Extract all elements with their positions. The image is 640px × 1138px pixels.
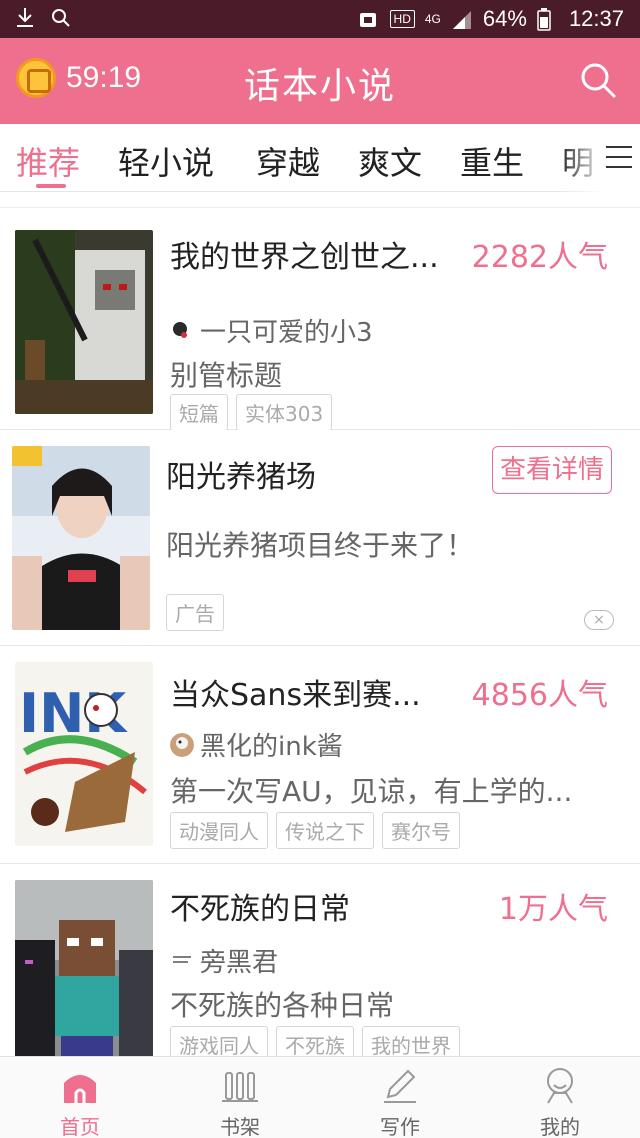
tag[interactable]: 动漫同人: [170, 812, 268, 849]
nav-write[interactable]: 写作: [350, 1065, 450, 1138]
book-cover: [15, 230, 153, 414]
author-name: 黑化的ink酱: [200, 732, 343, 762]
tab-recommend[interactable]: 推荐: [16, 138, 80, 184]
close-ad-button[interactable]: ×: [584, 610, 614, 630]
novel-description: 别管标题: [170, 359, 283, 392]
book-cover: INK: [15, 662, 153, 846]
nav-home-label: 首页: [60, 1115, 100, 1138]
tab-time-travel[interactable]: 穿越: [256, 138, 320, 184]
list-item[interactable]: 我的世界之创世之... 2282人气 一只可爱的小3 别管标题 短篇 实体303: [0, 208, 640, 431]
author-name: 一只可爱的小3: [200, 318, 373, 348]
tag[interactable]: 我的世界: [362, 1026, 460, 1056]
download-icon: [14, 6, 36, 30]
nav-write-label: 写作: [380, 1115, 420, 1138]
avatar: [170, 948, 194, 973]
bottom-navigation: 首页 书架 写作 我的: [0, 1056, 640, 1138]
author-row: 黑化的ink酱: [170, 726, 343, 763]
battery-icon: [537, 7, 559, 31]
search-icon: [581, 63, 616, 98]
tag[interactable]: 不死族: [276, 1026, 354, 1056]
tag[interactable]: 赛尔号: [382, 812, 460, 849]
tag-list: 游戏同人 不死族 我的世界: [170, 1026, 460, 1056]
novel-list: 我的世界之创世之... 2282人气 一只可爱的小3 别管标题 短篇 实体303: [0, 192, 640, 1056]
active-tab-indicator: [36, 184, 66, 188]
avatar: [170, 732, 194, 757]
status-bar: HD 4G 64% 12:37: [0, 0, 640, 38]
clock: 12:37: [568, 6, 624, 31]
novel-title: 不死族的日常: [170, 892, 350, 927]
view-details-button[interactable]: 查看详情: [492, 446, 612, 494]
popularity-count: 2282人气: [471, 240, 608, 275]
hd-badge: HD: [389, 10, 415, 28]
signal-icon: [451, 7, 473, 31]
tab-rebirth[interactable]: 重生: [460, 138, 524, 184]
tag[interactable]: 实体303: [236, 394, 333, 431]
tag[interactable]: 传说之下: [276, 812, 374, 849]
tag-list: 动漫同人 传说之下 赛尔号: [170, 812, 460, 849]
nav-profile[interactable]: 我的: [510, 1065, 610, 1138]
menu-icon[interactable]: [606, 146, 632, 168]
ad-tag-list: 广告: [166, 594, 224, 631]
tag-list: 短篇 实体303: [170, 394, 333, 431]
ad-tag: 广告: [166, 594, 224, 631]
home-icon: [60, 1065, 100, 1105]
app-title: 话本小说: [243, 66, 396, 107]
tag[interactable]: 短篇: [170, 394, 228, 431]
tag[interactable]: 游戏同人: [170, 1026, 268, 1056]
author-row: 一只可爱的小3: [170, 312, 373, 349]
nav-profile-label: 我的: [540, 1115, 580, 1138]
list-item[interactable]: INK 当众Sans来到赛... 4856人气 黑化的ink酱 第一次写AU，见…: [0, 646, 640, 864]
ad-title: 阳光养猪场: [166, 460, 316, 495]
network-type: 4G: [424, 12, 441, 26]
battery-percent: 64%: [482, 6, 527, 31]
search-status-icon: [50, 6, 72, 30]
list-item[interactable]: 不死族的日常 1万人气 旁黑君 不死族的各种日常 游戏同人 不死族 我的世界: [0, 864, 640, 1056]
novel-description: 第一次写AU，见谅，有上学的...: [170, 775, 573, 808]
profile-icon: [540, 1065, 580, 1105]
popularity-count: 1万人气: [498, 892, 608, 927]
tab-light-novel[interactable]: 轻小说: [118, 138, 214, 184]
avatar: [170, 318, 194, 343]
ad-image: [12, 446, 150, 630]
popularity-count: 4856人气: [471, 678, 608, 713]
book-cover: [15, 880, 153, 1056]
vpn-lock-icon: [358, 7, 380, 31]
nav-bookshelf[interactable]: 书架: [190, 1065, 290, 1138]
author-row: 旁黑君: [170, 942, 278, 979]
ad-description: 阳光养猪项目终于来了！: [166, 529, 475, 562]
bookshelf-icon: [220, 1065, 260, 1105]
tab-cool-story[interactable]: 爽文: [358, 138, 422, 184]
novel-description: 不死族的各种日常: [170, 989, 395, 1022]
novel-title: 我的世界之创世之...: [170, 240, 439, 275]
author-name: 旁黑君: [200, 948, 279, 978]
search-button[interactable]: [578, 60, 618, 100]
ad-item[interactable]: 阳光养猪场 查看详情 阳光养猪项目终于来了！ 广告 ×: [0, 430, 640, 646]
nav-bookshelf-label: 书架: [220, 1115, 260, 1138]
category-tabs: 推荐 轻小说 穿越 爽文 重生 明: [0, 124, 640, 192]
app-header: 59:19 话本小说: [0, 38, 640, 124]
nav-home[interactable]: 首页: [30, 1065, 130, 1138]
novel-title: 当众Sans来到赛...: [170, 678, 421, 713]
pen-icon: [380, 1065, 420, 1105]
